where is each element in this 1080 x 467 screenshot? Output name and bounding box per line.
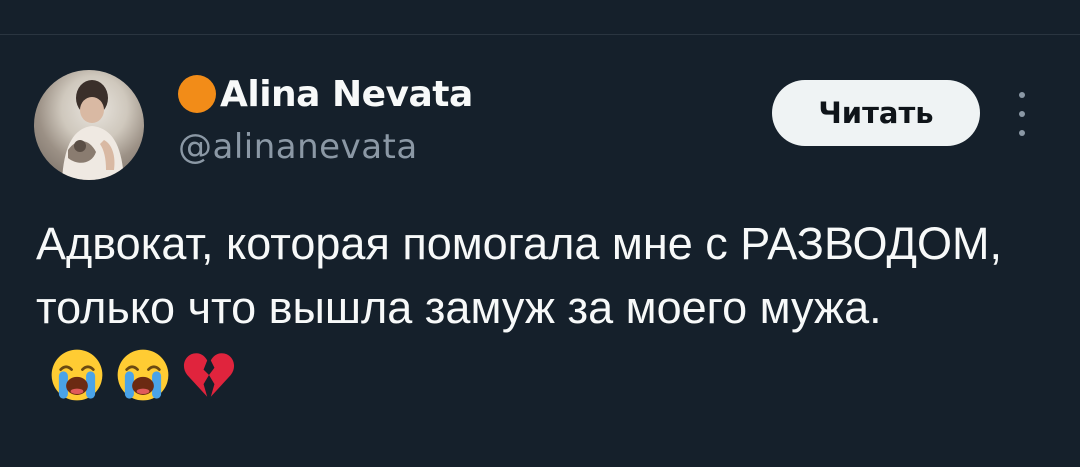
avatar[interactable] bbox=[34, 70, 144, 180]
tweet-body: Адвокат, которая помогала мне с РАЗВОДОМ… bbox=[36, 212, 1056, 404]
avatar-photo-icon bbox=[62, 80, 124, 180]
top-divider bbox=[0, 34, 1080, 35]
display-name[interactable]: Alina Nevata bbox=[220, 74, 473, 115]
user-handle[interactable]: @alinanevata bbox=[178, 127, 418, 167]
follow-button[interactable]: Читать bbox=[772, 80, 980, 146]
cut-off-metadata-row bbox=[40, 452, 1040, 467]
orange-circle-icon bbox=[178, 75, 216, 113]
name-row[interactable]: Alina Nevata bbox=[178, 72, 473, 116]
tweet-text: Адвокат, которая помогала мне с РАЗВОДОМ… bbox=[36, 218, 1002, 333]
loudly-crying-face-icon bbox=[51, 349, 103, 401]
broken-heart-icon bbox=[183, 353, 235, 397]
emoji-row bbox=[48, 346, 246, 404]
more-vertical-icon[interactable] bbox=[1010, 92, 1034, 136]
loudly-crying-face-icon bbox=[117, 349, 169, 401]
